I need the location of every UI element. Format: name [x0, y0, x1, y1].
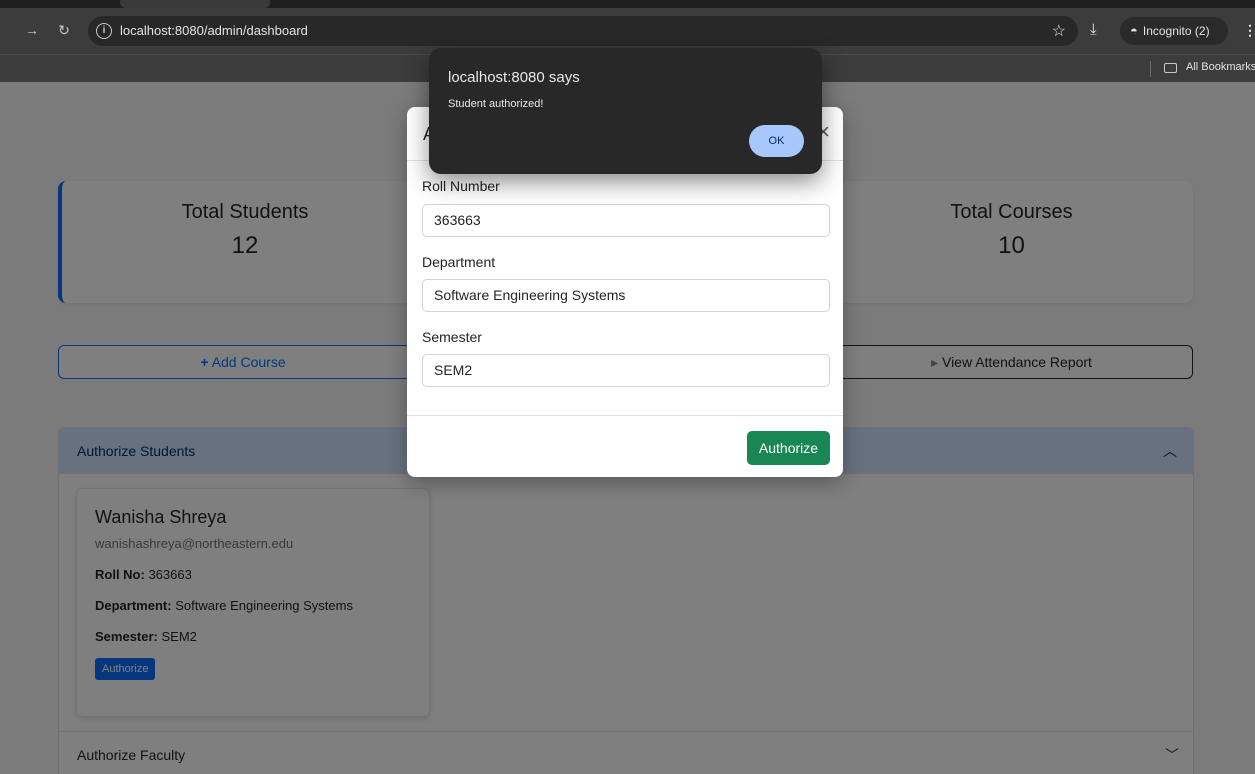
incognito-button[interactable]: ◓ Incognito (2): [1120, 17, 1228, 45]
site-info-icon[interactable]: i: [96, 23, 112, 39]
url-text[interactable]: localhost:8080/admin/dashboard: [120, 23, 308, 38]
folder-icon[interactable]: [1164, 63, 1177, 73]
department-label: Department: [422, 254, 496, 270]
alert-title: localhost:8080 says: [448, 69, 580, 86]
incognito-icon: ◓: [1130, 23, 1138, 38]
all-bookmarks-label[interactable]: All Bookmarks: [1186, 61, 1255, 73]
semester-label: Semester: [422, 329, 482, 345]
alert-dialog: localhost:8080 says Student authorized! …: [429, 48, 822, 174]
authorize-button[interactable]: Authorize: [747, 431, 830, 465]
alert-ok-button[interactable]: OK: [749, 125, 804, 157]
bookmarks-separator: [1150, 61, 1151, 77]
reload-icon[interactable]: ↻: [54, 20, 74, 40]
download-icon[interactable]: ⤓: [1090, 21, 1097, 38]
alert-message: Student authorized!: [448, 98, 544, 110]
forward-icon[interactable]: →: [22, 20, 42, 40]
modal-footer: Authorize: [407, 415, 843, 477]
roll-number-label: Roll Number: [422, 178, 500, 194]
department-input[interactable]: Software Engineering Systems: [422, 279, 830, 312]
incognito-label: Incognito (2): [1142, 24, 1210, 38]
menu-kebab-icon[interactable]: ⋮: [1243, 22, 1255, 39]
bookmark-star-icon[interactable]: ☆: [1052, 21, 1066, 41]
active-tab[interactable]: [120, 0, 270, 8]
roll-number-input[interactable]: 363663: [422, 204, 830, 237]
semester-input[interactable]: SEM2: [422, 354, 830, 387]
tab-strip: [0, 0, 1255, 8]
address-bar[interactable]: i localhost:8080/admin/dashboard ☆: [88, 16, 1078, 46]
